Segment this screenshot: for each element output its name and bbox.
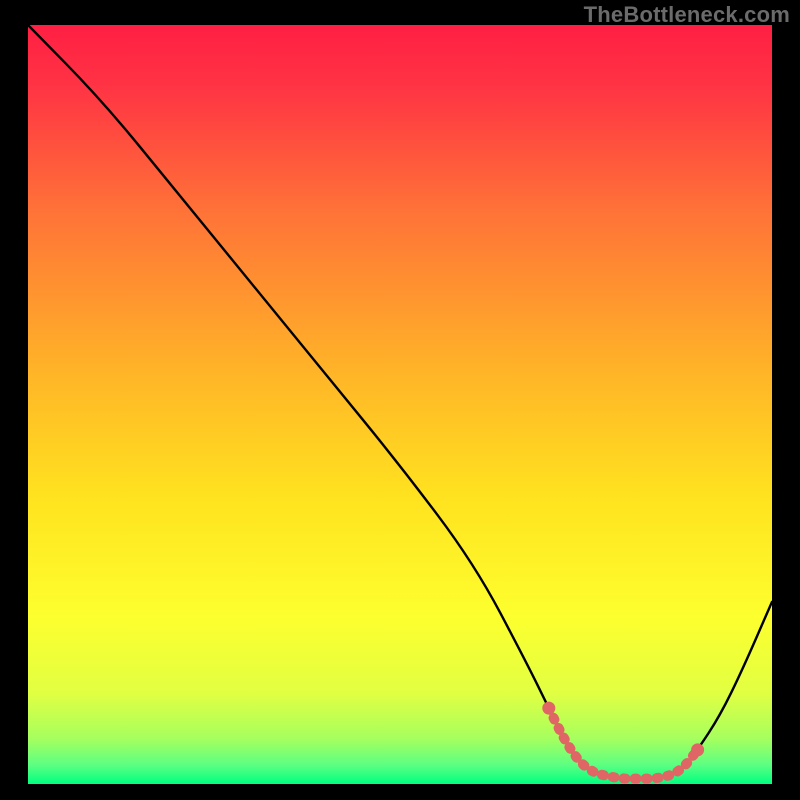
highlight-end-dot xyxy=(691,743,704,756)
chart-svg xyxy=(28,25,772,784)
plot-background xyxy=(28,25,772,784)
chart-container: TheBottleneck.com xyxy=(0,0,800,800)
highlight-start-dot xyxy=(542,702,555,715)
plot-area xyxy=(28,25,772,784)
watermark-label: TheBottleneck.com xyxy=(584,2,790,28)
